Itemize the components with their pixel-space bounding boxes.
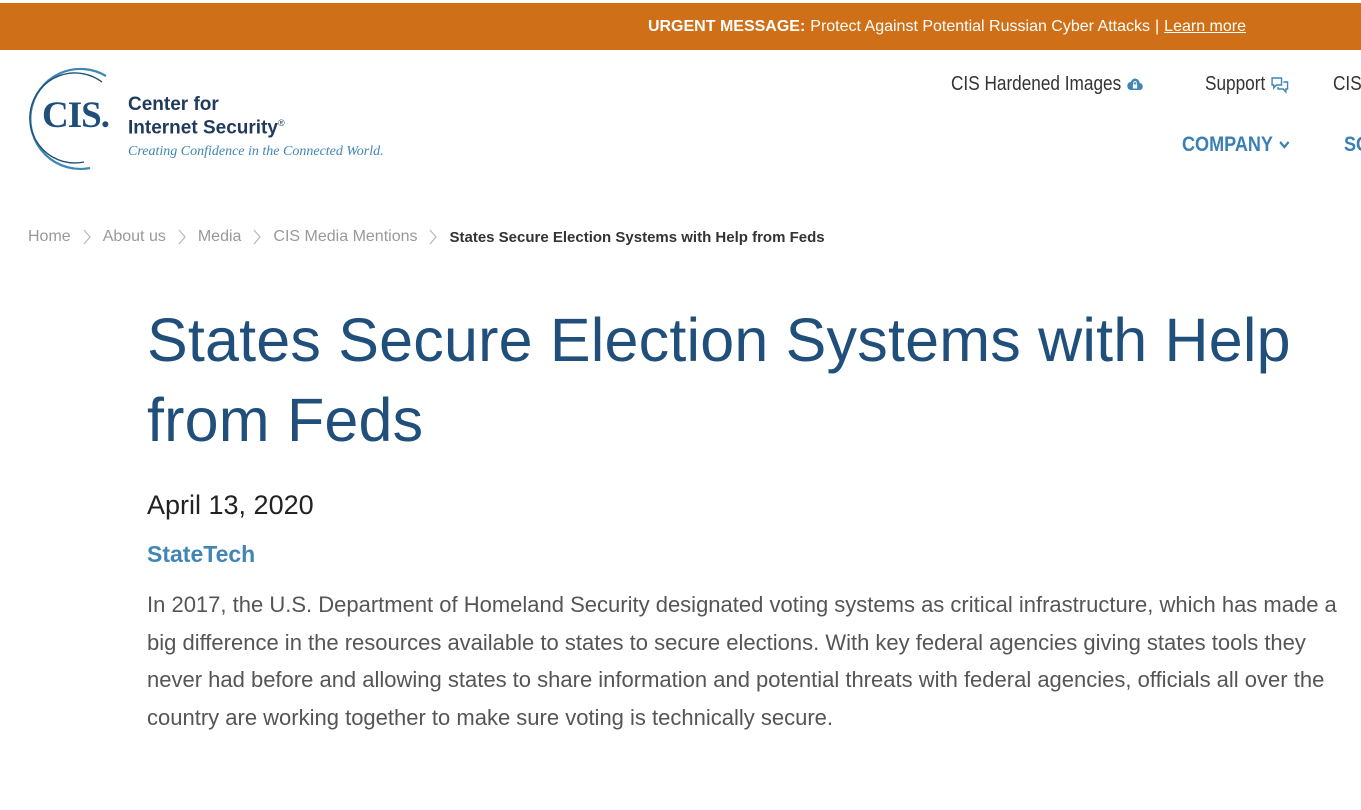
registered-mark: ® <box>277 118 285 128</box>
cis-logo[interactable]: CIS. Center for Internet Security® Creat… <box>20 62 410 172</box>
banner-message: Protect Against Potential Russian Cyber … <box>810 17 1151 35</box>
banner-separator: | <box>1155 17 1160 35</box>
hardened-images-label: CIS Hardened Images <box>951 73 1122 95</box>
logo-name: Center for Internet Security® <box>128 94 285 139</box>
breadcrumb-cis-media-mentions[interactable]: CIS Media Mentions <box>273 228 417 246</box>
logo-name-line2: Internet Security <box>128 117 278 139</box>
support-label: Support <box>1204 73 1266 95</box>
article-body: In 2017, the U.S. Department of Homeland… <box>147 592 1337 730</box>
chat-bubbles-icon <box>1270 76 1289 94</box>
breadcrumb-media[interactable]: Media <box>198 228 242 246</box>
breadcrumb-current: States Secure Election Systems with Help… <box>449 228 825 246</box>
breadcrumb-home[interactable]: Home <box>28 228 71 246</box>
support-link[interactable]: Support <box>1205 73 1289 96</box>
nav-solutions-label: SOL <box>1343 133 1361 156</box>
utility-nav: CIS Hardened Images Support CIS WorkB <box>951 73 1361 96</box>
chevron-right-icon <box>177 228 187 246</box>
logo-mark: CIS. <box>42 95 110 136</box>
hardened-images-link[interactable]: CIS Hardened Images <box>951 73 1144 96</box>
article-source-link[interactable]: StateTech <box>147 541 255 568</box>
urgent-banner: URGENT MESSAGE: Protect Against Potentia… <box>0 3 1361 50</box>
article: States Secure Election Systems with Help… <box>147 300 1347 736</box>
main-nav: COMPANY SOL <box>1182 133 1361 157</box>
learn-more-link[interactable]: Learn more <box>1164 18 1246 36</box>
cloud-lock-icon <box>1126 76 1143 94</box>
nav-solutions[interactable]: SOL <box>1344 133 1361 157</box>
breadcrumb-about-us[interactable]: About us <box>103 228 166 246</box>
page-title: States Secure Election Systems with Help… <box>147 306 1291 454</box>
chevron-right-icon <box>82 228 92 246</box>
article-date: April 13, 2020 <box>147 490 314 520</box>
nav-company-label: COMPANY <box>1182 133 1273 156</box>
chevron-right-icon <box>428 228 438 246</box>
logo-name-line1: Center for <box>128 94 219 115</box>
workbench-label: CIS WorkB <box>1332 73 1361 95</box>
breadcrumb: Home About us Media CIS Media Mentions S… <box>28 228 825 246</box>
banner-label: URGENT MESSAGE: <box>647 17 806 35</box>
logo-tagline: Creating Confidence in the Connected Wor… <box>128 144 384 159</box>
nav-company[interactable]: COMPANY <box>1182 133 1290 157</box>
chevron-right-icon <box>252 228 262 246</box>
workbench-link[interactable]: CIS WorkB <box>1333 73 1361 96</box>
chevron-down-icon <box>1278 140 1290 150</box>
